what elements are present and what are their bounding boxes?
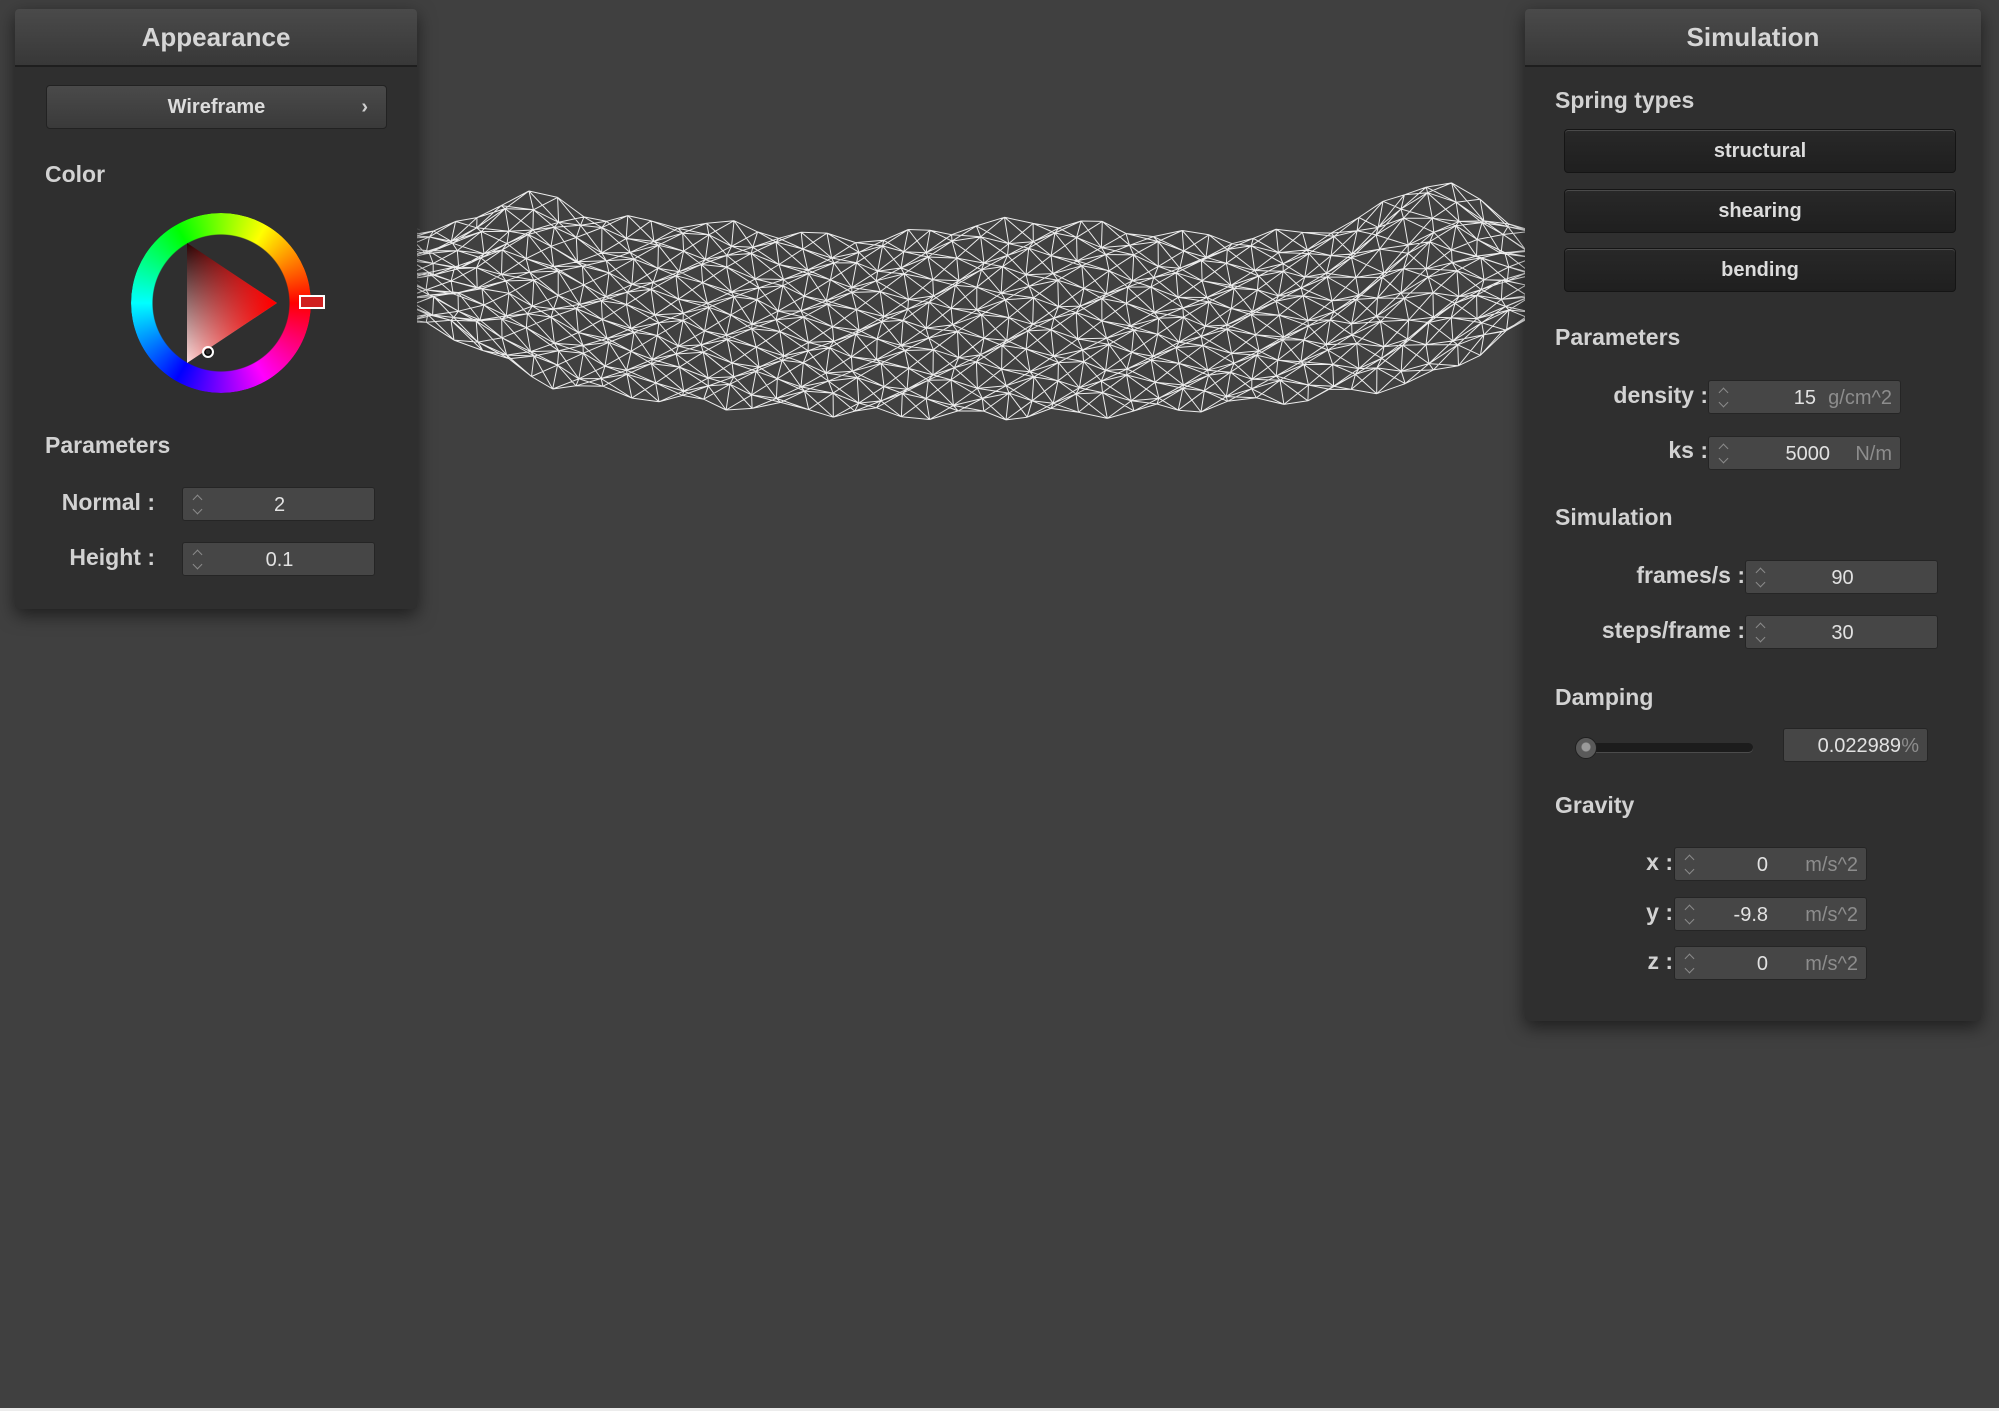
steps-per-frame-input[interactable]: 30	[1745, 615, 1938, 649]
spring-types-title: Spring types	[1555, 87, 1695, 113]
gravity-x-unit: m/s^2	[1805, 854, 1858, 876]
bending-spring-button[interactable]: bending	[1564, 248, 1956, 292]
shader-select-label: Wireframe	[167, 96, 266, 118]
height-label: Height :	[69, 544, 155, 570]
simulation-panel: Simulation Spring types structural shear…	[1525, 9, 1981, 1021]
gravity-y-label: y :	[1646, 899, 1673, 925]
gravity-title: Gravity	[1555, 792, 1635, 818]
simulation-section-title: Simulation	[1555, 504, 1673, 530]
damping-input[interactable]: 0.022989 %	[1783, 728, 1928, 762]
color-wheel[interactable]	[131, 213, 325, 393]
gravity-x-input[interactable]: 0 m/s^2	[1674, 847, 1867, 881]
ks-input[interactable]: 5000 N/m	[1708, 436, 1901, 470]
chevron-right-icon: ›	[361, 96, 368, 118]
density-input[interactable]: 15 g/cm^2	[1708, 380, 1901, 414]
gravity-z-label: z :	[1647, 948, 1673, 974]
appearance-panel: Appearance Wireframe › Color Parameters …	[15, 9, 417, 609]
ks-label: ks :	[1668, 437, 1708, 463]
steps-per-frame-value: 30	[1831, 622, 1854, 644]
frames-per-second-label: frames/s :	[1636, 562, 1745, 588]
shader-select-button[interactable]: Wireframe ›	[46, 85, 387, 129]
frames-per-second-value: 90	[1831, 567, 1854, 589]
saturation-value-triangle[interactable]	[131, 213, 311, 393]
gravity-x-label: x :	[1646, 849, 1673, 875]
spin-arrows-icon[interactable]	[1717, 384, 1731, 412]
height-value: 0.1	[265, 549, 294, 571]
appearance-parameters-title: Parameters	[45, 432, 171, 458]
cloth-mesh-lines	[376, 182, 1585, 421]
gravity-z-value: 0	[1756, 953, 1768, 975]
gravity-z-unit: m/s^2	[1805, 953, 1858, 975]
gravity-y-unit: m/s^2	[1805, 904, 1858, 926]
gravity-y-value: -9.8	[1733, 904, 1768, 926]
shearing-spring-button[interactable]: shearing	[1564, 189, 1956, 233]
steps-per-frame-label: steps/frame :	[1601, 617, 1745, 643]
damping-slider[interactable]	[1577, 743, 1753, 752]
color-section-title: Color	[45, 161, 106, 187]
damping-value: 0.022989	[1817, 735, 1901, 757]
normal-label: Normal :	[61, 489, 155, 515]
ks-value: 5000	[1785, 443, 1831, 465]
gravity-x-value: 0	[1756, 854, 1768, 876]
spin-arrows-icon[interactable]	[1683, 950, 1697, 978]
normal-input[interactable]: 2	[182, 487, 375, 521]
normal-value: 2	[273, 494, 286, 516]
spin-arrows-icon[interactable]	[1717, 440, 1731, 468]
structural-spring-button[interactable]: structural	[1564, 129, 1956, 173]
frames-per-second-input[interactable]: 90	[1745, 560, 1938, 594]
simulation-panel-title[interactable]: Simulation	[1525, 9, 1981, 67]
damping-unit: %	[1901, 735, 1919, 757]
density-value: 15	[1793, 387, 1816, 409]
height-input[interactable]: 0.1	[182, 542, 375, 576]
ks-unit: N/m	[1855, 443, 1892, 465]
gravity-y-input[interactable]: -9.8 m/s^2	[1674, 897, 1867, 931]
damping-title: Damping	[1555, 684, 1654, 710]
density-label: density :	[1613, 382, 1708, 408]
hue-selector-handle[interactable]	[299, 295, 325, 309]
density-unit: g/cm^2	[1828, 387, 1892, 409]
appearance-panel-title[interactable]: Appearance	[15, 9, 417, 67]
damping-slider-knob[interactable]	[1575, 737, 1598, 759]
simulation-parameters-title: Parameters	[1555, 324, 1681, 350]
spin-arrows-icon[interactable]	[1683, 901, 1697, 929]
spin-arrows-icon[interactable]	[1683, 851, 1697, 879]
gravity-z-input[interactable]: 0 m/s^2	[1674, 946, 1867, 980]
